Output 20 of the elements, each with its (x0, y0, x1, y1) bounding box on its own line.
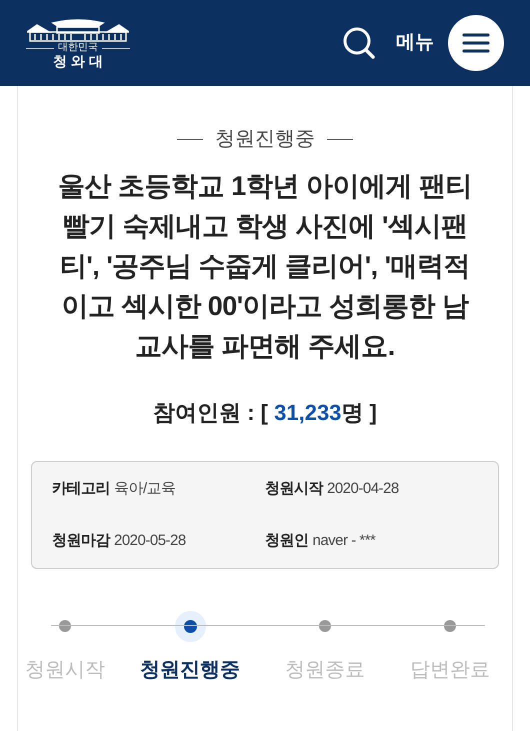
info-value: 2020-05-28 (114, 531, 186, 551)
step-label: 답변완료 (410, 658, 490, 683)
petition-status: 청원진행중 (215, 127, 315, 152)
info-value: naver - *** (312, 531, 376, 551)
step-label: 청원종료 (285, 658, 365, 683)
step-label: 청원시작 (25, 658, 105, 683)
menu-icon (462, 32, 490, 54)
info-label: 청원마감 (52, 531, 110, 551)
info-value: 육아/교육 (114, 478, 176, 498)
logo-subtitle: 대한민국 (58, 43, 98, 54)
petition-title: 울산 초등학교 1학년 아이에게 팬티 빨기 숙제내고 학생 사진에 '섹시팬 티', '공주님 수줍게 클리어', '매력적 이고 섹시한 00'이라고 성희롱한 남 교사를 파면해 주세요. (58, 170, 472, 363)
logo-title: 청 와 대 (53, 53, 103, 71)
info-label: 청원인 (265, 531, 308, 551)
info-label: 청원시작 (265, 478, 323, 498)
info-value: 2020-04-28 (327, 478, 399, 498)
step-label: 청원진행중 (140, 658, 240, 683)
search-icon[interactable] (342, 26, 376, 60)
info-label: 카테고리 (52, 478, 110, 498)
participant-count: 참여인원 : [ 31,233명 ] (153, 399, 377, 427)
menu-label[interactable]: 메뉴 (396, 28, 434, 58)
